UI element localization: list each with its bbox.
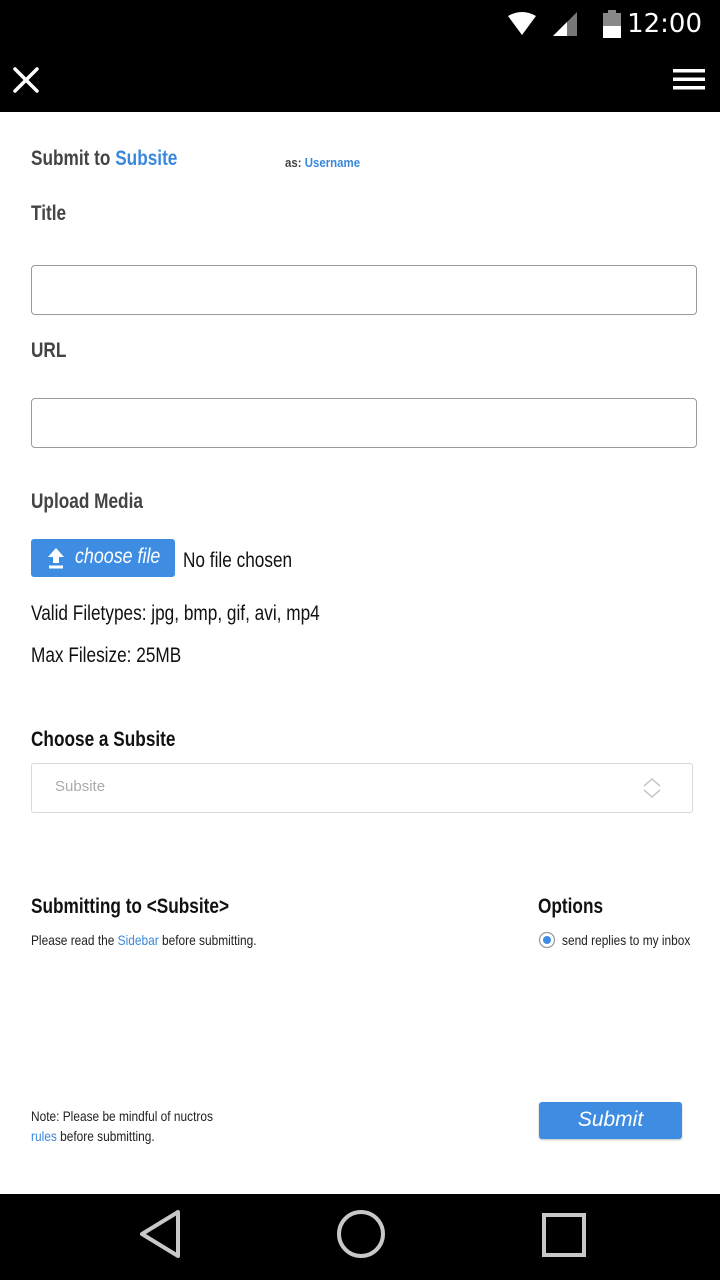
title-input[interactable] xyxy=(31,265,697,315)
form-title: Submit to Subsite xyxy=(31,147,177,171)
upload-icon xyxy=(48,548,64,569)
select-arrows-icon xyxy=(643,778,661,798)
note-text: Note: Please be mindful of nuctros rules… xyxy=(31,1106,213,1146)
home-icon[interactable] xyxy=(335,1208,387,1260)
close-icon[interactable] xyxy=(8,62,44,98)
send-replies-option[interactable]: send replies to my inbox xyxy=(538,931,698,949)
wifi-icon xyxy=(508,12,536,35)
submit-label: Submit xyxy=(577,1108,644,1131)
url-input[interactable] xyxy=(31,398,697,448)
title-label: Title xyxy=(31,202,67,225)
as-label: as: xyxy=(285,155,302,170)
choose-file-button[interactable]: choose file xyxy=(31,539,175,577)
note-second-line: rules before submitting. xyxy=(31,1126,213,1146)
signal-icon xyxy=(553,12,577,36)
subsite-select[interactable]: Subsite xyxy=(31,763,693,813)
send-replies-label: send replies to my inbox xyxy=(562,932,691,948)
choose-file-label: choose file xyxy=(75,545,161,568)
form-title-prefix: Submit to xyxy=(31,147,111,170)
radio-checked-icon[interactable] xyxy=(538,931,556,949)
back-icon[interactable] xyxy=(136,1208,184,1260)
read-suffix: before submitting. xyxy=(162,932,257,948)
read-sidebar-text: Please read the Sidebar before submittin… xyxy=(31,932,257,948)
submitter-line: as: Username xyxy=(285,155,360,170)
max-filesize-text: Max Filesize: 25MB xyxy=(31,644,182,667)
note-prefix: Note: Please be mindful of nuctros xyxy=(31,1108,213,1124)
submitting-heading: Submitting to <Subsite> xyxy=(31,895,230,918)
subsite-select-value: Subsite xyxy=(55,778,106,795)
url-label: URL xyxy=(31,339,67,362)
recents-icon[interactable] xyxy=(540,1211,588,1259)
note-suffix: before submitting. xyxy=(60,1128,155,1144)
username-link[interactable]: Username xyxy=(305,155,360,170)
status-bar: 12:00 xyxy=(0,0,720,48)
no-file-text: No file chosen xyxy=(183,549,293,572)
rules-link[interactable]: rules xyxy=(31,1128,57,1144)
status-time: 12:00 xyxy=(627,9,702,39)
read-prefix: Please read the xyxy=(31,932,115,948)
valid-filetypes-text: Valid Filetypes: jpg, bmp, gif, avi, mp4 xyxy=(31,602,320,625)
form-title-subsite-link[interactable]: Subsite xyxy=(115,147,177,170)
menu-icon[interactable] xyxy=(672,64,706,94)
sidebar-link[interactable]: Sidebar xyxy=(118,932,159,948)
app-bar xyxy=(0,48,720,112)
battery-icon xyxy=(603,10,621,38)
choose-subsite-label: Choose a Subsite xyxy=(31,728,176,751)
system-nav-bar xyxy=(0,1194,720,1280)
submit-button[interactable]: Submit xyxy=(539,1102,682,1139)
upload-media-label: Upload Media xyxy=(31,490,143,513)
options-heading: Options xyxy=(538,895,604,918)
